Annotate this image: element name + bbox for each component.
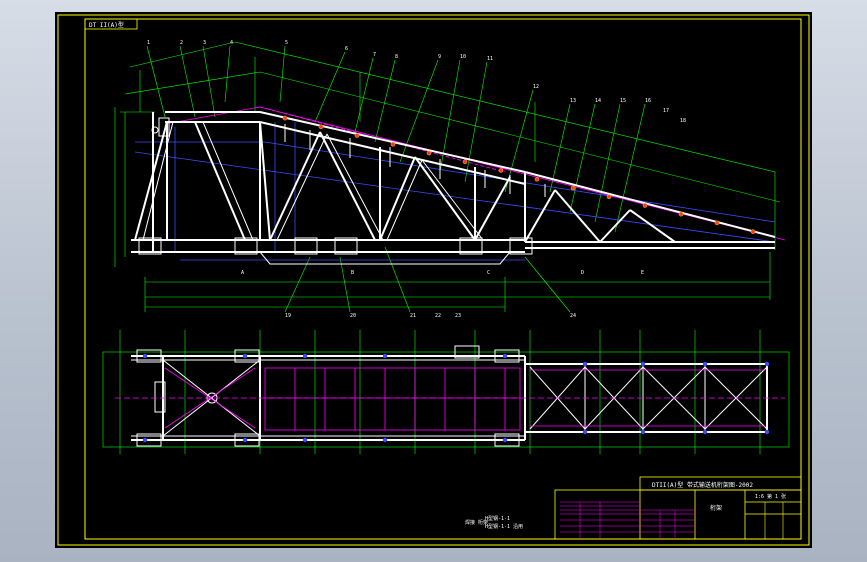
drawing-name: 桁架	[710, 504, 722, 512]
callout-2: 2	[180, 40, 183, 46]
section-mark-a: A	[241, 270, 244, 276]
callout-17: 17	[663, 108, 669, 114]
callout-12: 12	[533, 84, 539, 90]
note-2: H型钢-1-1 沿用	[485, 523, 523, 530]
callout-20: 20	[350, 313, 356, 319]
callout-16: 16	[645, 98, 651, 104]
callout-9: 9	[438, 54, 441, 60]
callout-15: 15	[620, 98, 626, 104]
bolt-dot	[382, 437, 388, 443]
bolt-dot	[764, 429, 770, 435]
callout-11: 11	[487, 56, 493, 62]
callout-13: 13	[570, 98, 576, 104]
bolt-dot	[242, 353, 248, 359]
callout-22: 22	[435, 313, 441, 319]
plan-view	[102, 330, 790, 454]
callout-21: 21	[410, 313, 416, 319]
bolt-dot	[502, 353, 508, 359]
side-elevation-view: A B C D E	[114, 41, 786, 313]
incline-marker	[642, 203, 648, 208]
callout-23: 23	[455, 313, 461, 319]
bolt-dot	[142, 353, 148, 359]
incline-marker	[354, 133, 360, 138]
callout-3: 3	[203, 40, 206, 46]
incline-marker	[714, 220, 720, 226]
bolt-dot	[502, 437, 508, 443]
section-mark-c: C	[487, 270, 490, 276]
cad-viewport[interactable]: DT II(A)型 A B C D E 1 2 3 4 5 6 7 8 9 10…	[55, 12, 812, 548]
bolt-dot	[382, 353, 388, 359]
callout-24: 24	[570, 313, 576, 319]
callout-4: 4	[230, 40, 233, 46]
bolt-dot	[302, 437, 308, 443]
incline-marker	[606, 194, 612, 200]
callout-14: 14	[595, 98, 601, 104]
bolt-dot	[582, 429, 588, 435]
bolt-dot	[702, 361, 708, 367]
incline-marker	[462, 159, 468, 165]
bolt-dot	[640, 429, 646, 435]
sheet-inner-border	[84, 18, 802, 540]
bolt-dot	[764, 361, 770, 367]
sheet-outer-border	[57, 14, 810, 546]
note-3: 焊接 桁架	[465, 519, 488, 526]
callout-10: 10	[460, 54, 466, 60]
note-1: H型钢-1-1	[485, 515, 510, 522]
incline-marker	[750, 229, 756, 234]
section-mark-b: B	[351, 270, 354, 276]
callout-5: 5	[285, 40, 288, 46]
callout-6: 6	[345, 46, 348, 52]
incline-marker	[534, 176, 540, 182]
incline-marker	[390, 141, 396, 147]
sheet-tag: DT II(A)型	[89, 21, 124, 29]
incline-marker	[426, 150, 432, 156]
incline-marker	[318, 124, 324, 130]
callout-1: 1	[147, 40, 150, 46]
title-block: DTII(A)型 带式输送机桁架图-2002 1:6 第 1 张 桁架	[554, 476, 802, 540]
incline-marker	[570, 185, 576, 191]
incline-marker	[282, 115, 288, 121]
callout-8: 8	[395, 54, 398, 60]
drawing-scale: 1:6 第 1 张	[755, 493, 786, 500]
bolt-dot	[640, 361, 646, 367]
section-mark-d: D	[581, 270, 584, 276]
section-mark-e: E	[641, 270, 644, 276]
callout-19: 19	[285, 313, 291, 319]
bolt-dot	[582, 361, 588, 367]
drawing-title: DTII(A)型 带式输送机桁架图-2002	[652, 481, 753, 489]
callout-7: 7	[373, 52, 376, 58]
truss-drawing: DT II(A)型 A B C D E 1 2 3 4 567 8 9 10 1…	[57, 14, 810, 546]
bolt-dot	[702, 429, 708, 435]
bolt-dot	[242, 437, 248, 443]
bolt-dot	[302, 353, 308, 359]
incline-marker	[678, 211, 684, 217]
callout-18: 18	[680, 118, 686, 124]
incline-marker	[498, 168, 504, 173]
bolt-dot	[142, 437, 148, 443]
